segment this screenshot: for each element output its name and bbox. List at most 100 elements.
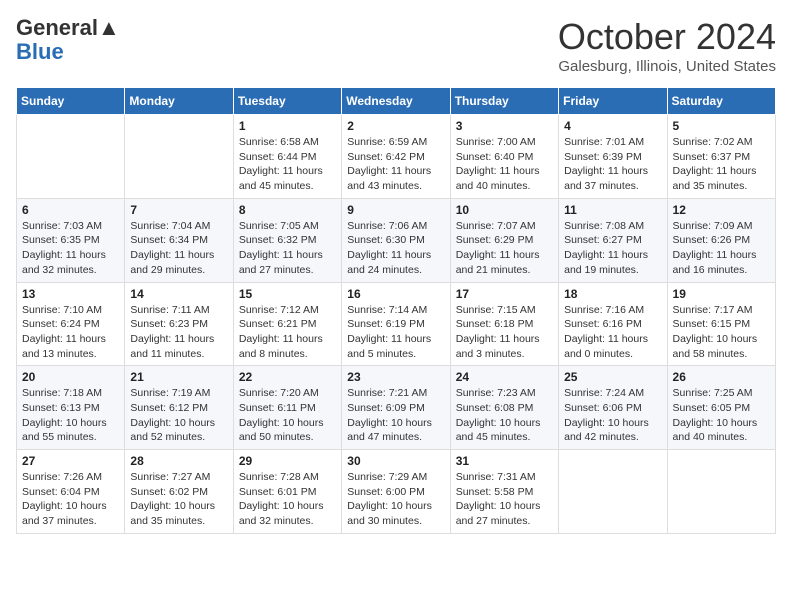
- day-header-sunday: Sunday: [17, 88, 125, 115]
- calendar-cell: 2Sunrise: 6:59 AMSunset: 6:42 PMDaylight…: [342, 115, 450, 199]
- day-info: Sunrise: 7:29 AMSunset: 6:00 PMDaylight:…: [347, 470, 444, 529]
- day-number: 28: [130, 454, 227, 468]
- day-number: 15: [239, 287, 336, 301]
- calendar-week-2: 6 Sunrise: 7:03 AMSunset: 6:35 PMDaylight…: [17, 198, 776, 282]
- day-info: Sunrise: 7:11 AMSunset: 6:23 PMDaylight:…: [130, 303, 227, 362]
- day-number: 22: [239, 370, 336, 384]
- calendar-cell: 4 Sunrise: 7:01 AMSunset: 6:39 PMDaylight…: [559, 115, 667, 199]
- calendar-cell: 9 Sunrise: 7:06 AMSunset: 6:30 PMDaylight…: [342, 198, 450, 282]
- calendar-cell: 29 Sunrise: 7:28 AMSunset: 6:01 PMDayligh…: [233, 450, 341, 534]
- calendar-cell: 15 Sunrise: 7:12 AMSunset: 6:21 PMDayligh…: [233, 282, 341, 366]
- day-number: 26: [673, 370, 770, 384]
- logo-blue: Blue: [16, 39, 64, 64]
- day-number: 14: [130, 287, 227, 301]
- day-info: Sunrise: 7:17 AMSunset: 6:15 PMDaylight:…: [673, 303, 770, 362]
- day-info: Sunrise: 7:03 AMSunset: 6:35 PMDaylight:…: [22, 219, 119, 278]
- day-header-thursday: Thursday: [450, 88, 558, 115]
- day-info: Sunrise: 7:31 AMSunset: 5:58 PMDaylight:…: [456, 470, 553, 529]
- day-info: Sunrise: 7:14 AMSunset: 6:19 PMDaylight:…: [347, 303, 444, 362]
- day-number: 23: [347, 370, 444, 384]
- day-header-friday: Friday: [559, 88, 667, 115]
- month-title: October 2024: [558, 16, 776, 58]
- day-info: Sunrise: 7:08 AMSunset: 6:27 PMDaylight:…: [564, 219, 661, 278]
- calendar-cell: 8 Sunrise: 7:05 AMSunset: 6:32 PMDaylight…: [233, 198, 341, 282]
- calendar-header-row: SundayMondayTuesdayWednesdayThursdayFrid…: [17, 88, 776, 115]
- day-number: 5: [673, 119, 770, 133]
- day-info: Sunrise: 7:25 AMSunset: 6:05 PMDaylight:…: [673, 386, 770, 445]
- day-info: Sunrise: 7:20 AMSunset: 6:11 PMDaylight:…: [239, 386, 336, 445]
- day-info: Sunrise: 7:21 AMSunset: 6:09 PMDaylight:…: [347, 386, 444, 445]
- calendar-cell: 22 Sunrise: 7:20 AMSunset: 6:11 PMDayligh…: [233, 366, 341, 450]
- calendar-cell: 7Sunrise: 7:04 AMSunset: 6:34 PMDaylight…: [125, 198, 233, 282]
- day-info: Sunrise: 7:15 AMSunset: 6:18 PMDaylight:…: [456, 303, 553, 362]
- calendar-cell: 23 Sunrise: 7:21 AMSunset: 6:09 PMDayligh…: [342, 366, 450, 450]
- day-info: Sunrise: 7:04 AMSunset: 6:34 PMDaylight:…: [130, 219, 227, 278]
- calendar-cell: 3 Sunrise: 7:00 AMSunset: 6:40 PMDaylight…: [450, 115, 558, 199]
- day-info: Sunrise: 6:58 AMSunset: 6:44 PMDaylight:…: [239, 135, 336, 194]
- day-number: 12: [673, 203, 770, 217]
- calendar-week-4: 20Sunrise: 7:18 AMSunset: 6:13 PMDayligh…: [17, 366, 776, 450]
- day-number: 19: [673, 287, 770, 301]
- calendar-cell: 19 Sunrise: 7:17 AMSunset: 6:15 PMDayligh…: [667, 282, 775, 366]
- calendar-cell: 17 Sunrise: 7:15 AMSunset: 6:18 PMDayligh…: [450, 282, 558, 366]
- day-number: 25: [564, 370, 661, 384]
- day-info: Sunrise: 7:19 AMSunset: 6:12 PMDaylight:…: [130, 386, 227, 445]
- page-header: General▲ Blue October 2024 Galesburg, Il…: [16, 16, 776, 75]
- day-number: 6: [22, 203, 119, 217]
- calendar-cell: 24Sunrise: 7:23 AMSunset: 6:08 PMDayligh…: [450, 366, 558, 450]
- day-header-tuesday: Tuesday: [233, 88, 341, 115]
- calendar-cell: 25 Sunrise: 7:24 AMSunset: 6:06 PMDayligh…: [559, 366, 667, 450]
- calendar-cell: [17, 115, 125, 199]
- day-number: 9: [347, 203, 444, 217]
- day-header-monday: Monday: [125, 88, 233, 115]
- calendar-cell: 11 Sunrise: 7:08 AMSunset: 6:27 PMDayligh…: [559, 198, 667, 282]
- day-number: 30: [347, 454, 444, 468]
- day-number: 18: [564, 287, 661, 301]
- calendar-cell: 20Sunrise: 7:18 AMSunset: 6:13 PMDayligh…: [17, 366, 125, 450]
- day-number: 17: [456, 287, 553, 301]
- day-info: Sunrise: 7:12 AMSunset: 6:21 PMDaylight:…: [239, 303, 336, 362]
- day-number: 13: [22, 287, 119, 301]
- day-number: 31: [456, 454, 553, 468]
- day-number: 27: [22, 454, 119, 468]
- day-info: Sunrise: 7:06 AMSunset: 6:30 PMDaylight:…: [347, 219, 444, 278]
- day-number: 16: [347, 287, 444, 301]
- day-info: Sunrise: 7:28 AMSunset: 6:01 PMDaylight:…: [239, 470, 336, 529]
- calendar-week-3: 13 Sunrise: 7:10 AMSunset: 6:24 PMDayligh…: [17, 282, 776, 366]
- day-info: Sunrise: 7:24 AMSunset: 6:06 PMDaylight:…: [564, 386, 661, 445]
- day-info: Sunrise: 7:16 AMSunset: 6:16 PMDaylight:…: [564, 303, 661, 362]
- calendar-cell: 5Sunrise: 7:02 AMSunset: 6:37 PMDaylight…: [667, 115, 775, 199]
- calendar-cell: [667, 450, 775, 534]
- calendar-week-5: 27 Sunrise: 7:26 AMSunset: 6:04 PMDayligh…: [17, 450, 776, 534]
- calendar-cell: 21 Sunrise: 7:19 AMSunset: 6:12 PMDayligh…: [125, 366, 233, 450]
- day-info: Sunrise: 7:26 AMSunset: 6:04 PMDaylight:…: [22, 470, 119, 529]
- calendar-cell: 18 Sunrise: 7:16 AMSunset: 6:16 PMDayligh…: [559, 282, 667, 366]
- day-info: Sunrise: 7:10 AMSunset: 6:24 PMDaylight:…: [22, 303, 119, 362]
- calendar-cell: 1 Sunrise: 6:58 AMSunset: 6:44 PMDaylight…: [233, 115, 341, 199]
- logo: General▲ Blue: [16, 16, 120, 64]
- day-info: Sunrise: 7:00 AMSunset: 6:40 PMDaylight:…: [456, 135, 553, 194]
- calendar-cell: 13 Sunrise: 7:10 AMSunset: 6:24 PMDayligh…: [17, 282, 125, 366]
- calendar-cell: 10Sunrise: 7:07 AMSunset: 6:29 PMDayligh…: [450, 198, 558, 282]
- day-header-saturday: Saturday: [667, 88, 775, 115]
- day-info: Sunrise: 7:01 AMSunset: 6:39 PMDaylight:…: [564, 135, 661, 194]
- calendar-cell: 12Sunrise: 7:09 AMSunset: 6:26 PMDayligh…: [667, 198, 775, 282]
- day-number: 8: [239, 203, 336, 217]
- day-number: 29: [239, 454, 336, 468]
- day-number: 1: [239, 119, 336, 133]
- title-block: October 2024 Galesburg, Illinois, United…: [558, 16, 776, 75]
- calendar-cell: 27 Sunrise: 7:26 AMSunset: 6:04 PMDayligh…: [17, 450, 125, 534]
- day-info: Sunrise: 7:18 AMSunset: 6:13 PMDaylight:…: [22, 386, 119, 445]
- calendar-cell: 28 Sunrise: 7:27 AMSunset: 6:02 PMDayligh…: [125, 450, 233, 534]
- day-info: Sunrise: 6:59 AMSunset: 6:42 PMDaylight:…: [347, 135, 444, 194]
- day-number: 3: [456, 119, 553, 133]
- day-number: 21: [130, 370, 227, 384]
- day-info: Sunrise: 7:05 AMSunset: 6:32 PMDaylight:…: [239, 219, 336, 278]
- day-number: 4: [564, 119, 661, 133]
- day-number: 24: [456, 370, 553, 384]
- day-info: Sunrise: 7:27 AMSunset: 6:02 PMDaylight:…: [130, 470, 227, 529]
- day-number: 11: [564, 203, 661, 217]
- calendar-cell: [559, 450, 667, 534]
- day-header-wednesday: Wednesday: [342, 88, 450, 115]
- calendar-cell: 6 Sunrise: 7:03 AMSunset: 6:35 PMDaylight…: [17, 198, 125, 282]
